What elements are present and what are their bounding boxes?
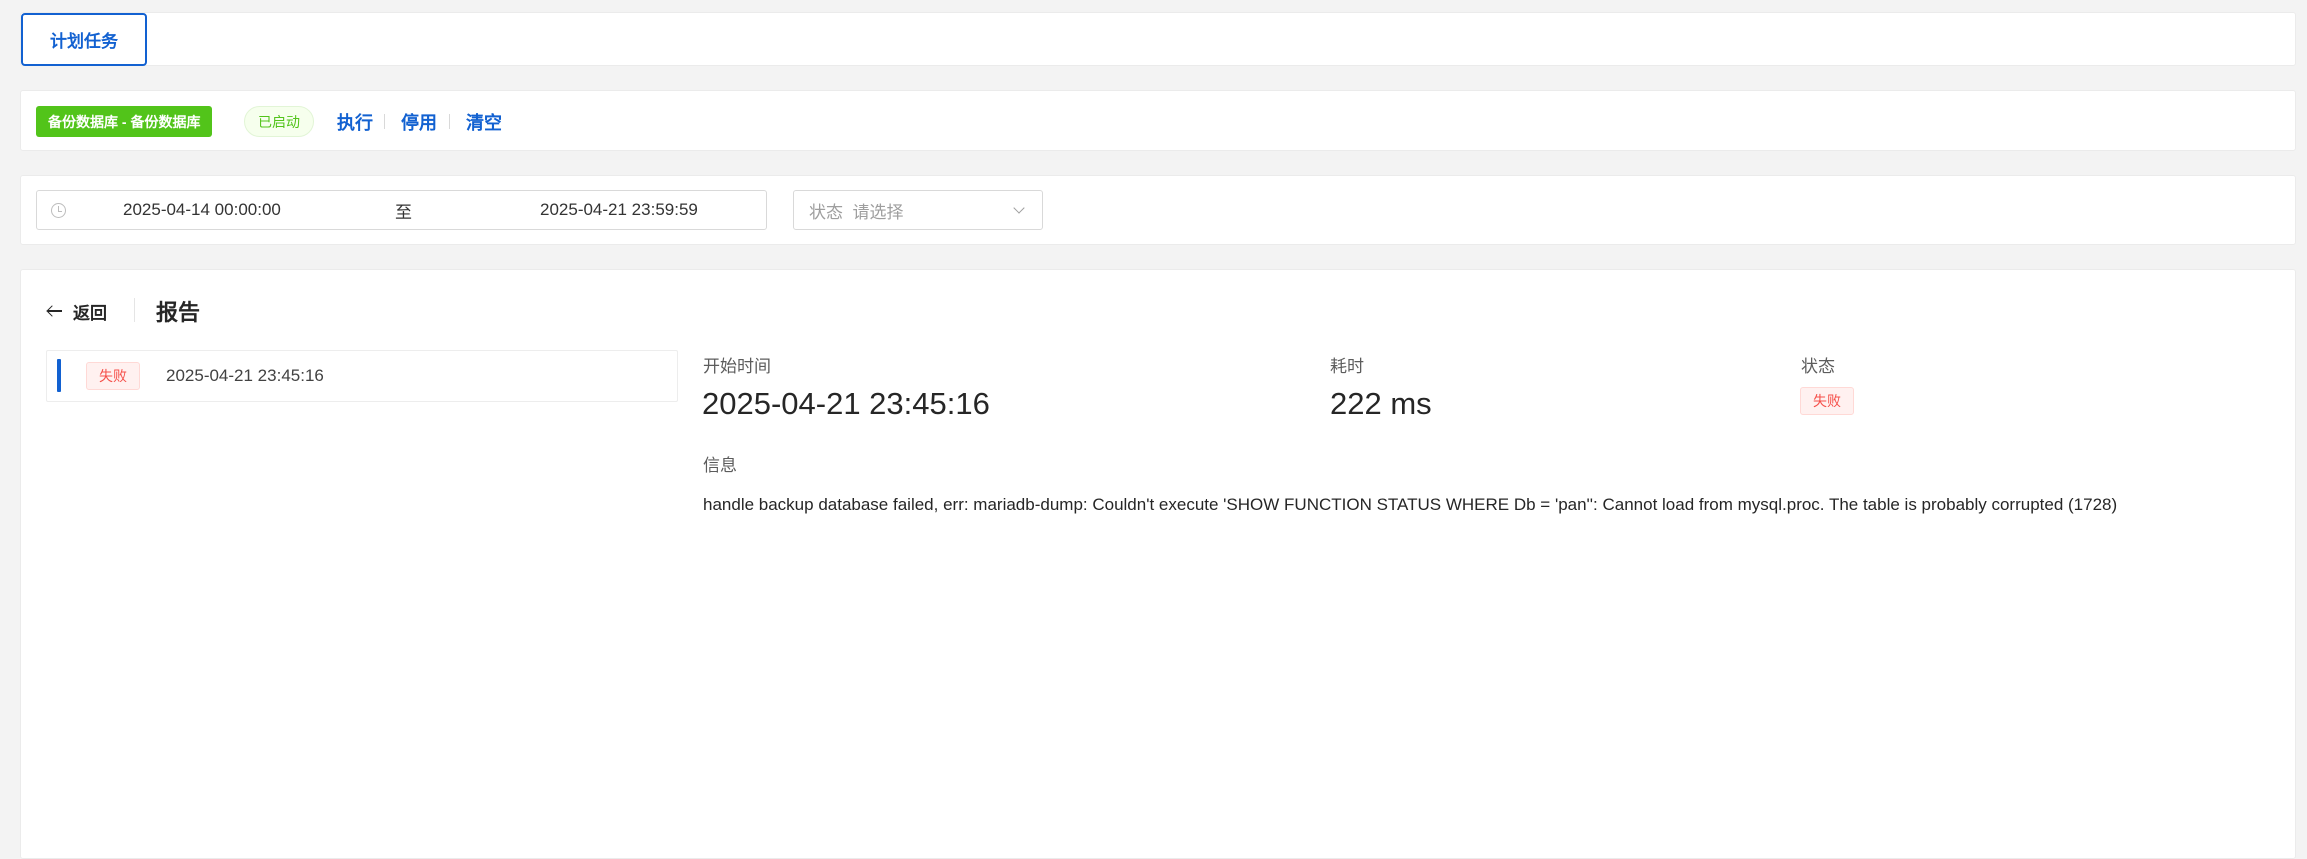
disable-button[interactable]: 停用 xyxy=(401,106,437,137)
run-time: 2025-04-21 23:45:16 xyxy=(166,366,324,385)
error-message: handle backup database failed, err: mari… xyxy=(703,495,2118,514)
chevron-down-icon xyxy=(1013,202,1025,214)
task-header: 备份数据库 - 备份数据库 已启动 执行 停用 清空 xyxy=(20,90,2296,151)
clear-button[interactable]: 清空 xyxy=(466,106,502,137)
report-panel: 返回 报告 失败 2025-04-21 23:45:16 开始时间 2025-0… xyxy=(20,269,2296,859)
filter-bar: 2025-04-14 00:00:00 至 2025-04-21 23:59:5… xyxy=(20,175,2296,245)
selected-indicator xyxy=(57,359,61,392)
date-range-separator: 至 xyxy=(395,202,412,222)
action-divider xyxy=(384,114,385,129)
tab-scheduled-tasks[interactable]: 计划任务 xyxy=(21,13,147,66)
enabled-status-badge: 已启动 xyxy=(244,106,314,137)
run-list-item[interactable]: 失败 2025-04-21 23:45:16 xyxy=(46,350,678,402)
status-select[interactable]: 状态 请选择 xyxy=(793,190,1043,230)
tabs-bar: 计划任务 xyxy=(20,12,2296,66)
clock-icon xyxy=(51,203,66,218)
execute-button[interactable]: 执行 xyxy=(337,106,373,137)
arrow-left-icon xyxy=(47,305,63,317)
duration-label: 耗时 xyxy=(1330,357,1364,376)
title-divider xyxy=(134,298,135,322)
start-time-value: 2025-04-21 23:45:16 xyxy=(702,386,990,421)
date-range-picker[interactable]: 2025-04-14 00:00:00 至 2025-04-21 23:59:5… xyxy=(36,190,767,230)
back-label: 返回 xyxy=(73,303,107,323)
run-status-badge: 失败 xyxy=(86,362,140,390)
end-date-input[interactable]: 2025-04-21 23:59:59 xyxy=(540,191,698,229)
start-date-input[interactable]: 2025-04-14 00:00:00 xyxy=(123,191,281,229)
message-label: 信息 xyxy=(703,456,737,475)
duration-value: 222 ms xyxy=(1330,386,1432,421)
status-badge: 失败 xyxy=(1800,387,1854,415)
start-time-label: 开始时间 xyxy=(703,357,771,376)
status-label: 状态 xyxy=(1801,357,1835,376)
status-select-label: 状态 请选择 xyxy=(809,202,904,222)
action-divider xyxy=(449,114,450,129)
page-title: 报告 xyxy=(156,300,201,325)
task-name-tag: 备份数据库 - 备份数据库 xyxy=(36,106,213,137)
back-button[interactable]: 返回 xyxy=(47,296,107,326)
